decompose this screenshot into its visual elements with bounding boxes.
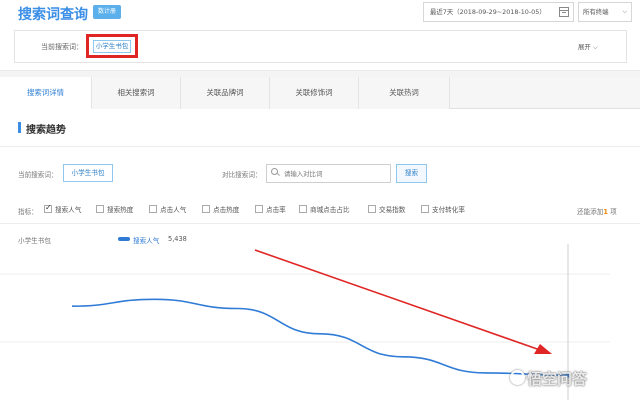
metrics-remaining: 还能添加1 项 — [577, 208, 617, 216]
chevron-down-icon: ⌵ — [592, 43, 598, 51]
checkbox[interactable] — [255, 205, 263, 213]
annotation-arrow — [254, 249, 552, 354]
compare-keyword-label: 对比搜索词： — [222, 171, 262, 179]
checkbox[interactable] — [368, 205, 376, 213]
metric-mall-click-share[interactable]: 商城点击占比 — [299, 205, 350, 216]
arrow-shaft — [254, 249, 541, 351]
metric-search-heat[interactable]: 搜索热度 — [96, 205, 133, 216]
section-title: 搜索趋势 — [26, 125, 66, 136]
section-separator — [0, 70, 640, 77]
metric-search-popularity[interactable]: 搜索人气 — [44, 203, 81, 216]
date-range-text: 最近7天（2018-09-29~2018-10-05） — [430, 8, 546, 16]
tab-hot-keywords[interactable]: 关联热词 — [359, 77, 450, 109]
query-current-tag[interactable]: 小学生书包 — [63, 164, 113, 182]
checkbox[interactable] — [421, 205, 429, 213]
section-accent-bar — [18, 122, 21, 133]
tab-keyword-detail[interactable]: 搜索词详情 — [0, 77, 92, 109]
title-badge: 数计册 — [93, 5, 121, 19]
watermark-logo-icon — [510, 370, 525, 385]
tab-bar: 搜索词详情 相关搜索词 关联品牌词 关联修饰词 关联热词 — [0, 77, 640, 109]
compare-keyword-input[interactable] — [266, 164, 391, 183]
series-line-search-popularity — [71, 298, 569, 376]
tab-related-keywords[interactable]: 相关搜索词 — [92, 77, 181, 109]
tab-brand-keywords[interactable]: 关联品牌词 — [181, 77, 270, 109]
checkbox-checked[interactable] — [44, 203, 52, 213]
checkbox[interactable] — [299, 205, 307, 213]
tab-modifier-keywords[interactable]: 关联修饰词 — [270, 77, 359, 109]
expand-label: 展开 — [578, 43, 591, 51]
current-keyword-tag[interactable]: 小学生书包 — [93, 40, 131, 53]
metric-click-popularity[interactable]: 点击人气 — [149, 205, 186, 216]
metric-trade-index[interactable]: 交易指数 — [368, 205, 405, 216]
divider — [0, 146, 640, 147]
current-keyword-label: 当前搜索词： — [41, 43, 83, 51]
legend-swatch[interactable] — [118, 237, 130, 241]
channel-select[interactable]: 所有终端 ⌵ — [578, 2, 632, 22]
date-range-picker[interactable]: 最近7天（2018-09-29~2018-10-05） — [423, 2, 574, 22]
metric-click-rate[interactable]: 点击率 — [255, 205, 286, 216]
query-current-label: 当前搜索词： — [18, 171, 58, 179]
expand-toggle[interactable]: 展开 ⌵ — [578, 42, 598, 52]
checkbox[interactable] — [149, 205, 157, 213]
channel-select-value: 所有终端 — [583, 8, 609, 16]
chevron-down-icon: ⌵ — [622, 8, 627, 15]
calendar-icon[interactable] — [559, 7, 569, 17]
metric-click-heat[interactable]: 点击热度 — [202, 205, 239, 216]
checkbox[interactable] — [96, 205, 104, 213]
divider — [0, 223, 640, 224]
watermark: 悟空问答 — [527, 370, 588, 388]
metric-pay-conversion[interactable]: 支付转化率 — [421, 205, 465, 216]
search-icon — [271, 168, 280, 177]
highlight-box: 小学生书包 — [86, 34, 138, 58]
current-keyword-panel: 当前搜索词： 小学生书包 展开 ⌵ — [14, 30, 627, 63]
checkbox[interactable] — [202, 205, 210, 213]
page-title: 搜索词查询 — [18, 7, 88, 23]
legend-series-value: 5,438 — [168, 235, 187, 243]
metrics-label: 指标： — [18, 208, 38, 216]
search-button[interactable]: 搜索 — [396, 164, 427, 183]
